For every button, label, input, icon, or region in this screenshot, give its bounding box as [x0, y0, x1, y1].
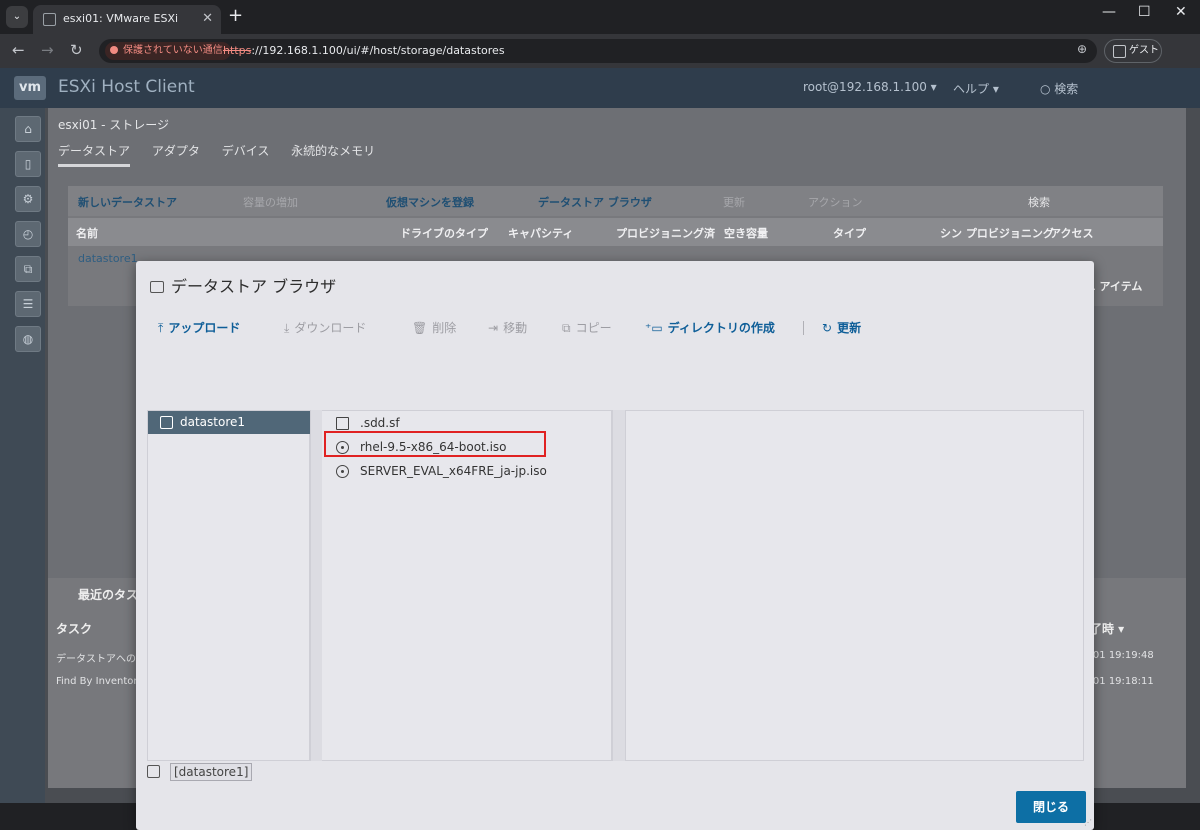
- url-omnibox[interactable]: 保護されていない通信 https://192.168.1.100/ui/#/ho…: [99, 39, 1097, 63]
- tab-persistent-memory[interactable]: 永続的なメモリ: [291, 144, 375, 164]
- file-details-pane: [625, 410, 1084, 761]
- items-count: 1 アイテム: [1088, 280, 1143, 293]
- create-directory-button[interactable]: ⁺▭ ディレクトリの作成: [645, 319, 775, 336]
- address-bar: ← → ↻ 保護されていない通信 https://192.168.1.100/u…: [0, 34, 1200, 92]
- col-capacity[interactable]: キャパシティ: [508, 225, 573, 241]
- disc-image-icon: [336, 465, 349, 478]
- datastore-icon: [147, 765, 160, 778]
- datastore-list: datastore1: [147, 410, 311, 761]
- task-row-name: データストアへの...: [56, 654, 146, 665]
- guest-profile-button[interactable]: ゲスト: [1104, 39, 1162, 63]
- host-icon[interactable]: ▯: [15, 151, 41, 177]
- zoom-icon[interactable]: ⊕: [1077, 42, 1087, 56]
- move-icon: ⇥: [488, 321, 499, 335]
- sidebar: ⌂ ▯ ⚙ ◴ ⧉ ☰ ◍: [0, 108, 45, 803]
- insecure-badge[interactable]: 保護されていない通信: [105, 42, 231, 60]
- col-drive-type[interactable]: ドライブのタイプ: [400, 225, 488, 241]
- vmware-logo: vm: [14, 76, 46, 100]
- download-button[interactable]: ⤓ ダウンロード: [284, 319, 366, 336]
- header-search[interactable]: ○ 検索: [1040, 80, 1078, 97]
- increase-capacity-button[interactable]: 容量の増加: [243, 194, 298, 210]
- copy-icon: ⧉: [562, 321, 571, 335]
- close-tab-icon[interactable]: ✕: [202, 5, 213, 33]
- col-thin[interactable]: シン プロビジョニング: [940, 225, 1054, 241]
- datastore-list-scrollbar[interactable]: [310, 410, 322, 761]
- datastore-toolbar: 新しいデータストア 容量の増加 仮想マシンを登録 データストア ブラウザ 更新 …: [68, 186, 1163, 216]
- datastore-list-item[interactable]: datastore1: [148, 411, 311, 434]
- user-menu[interactable]: root@192.168.1.100 ▾: [803, 80, 937, 94]
- url-text[interactable]: https://192.168.1.100/ui/#/host/storage/…: [223, 39, 505, 63]
- browser-tab-strip: ⌄ esxi01: VMware ESXi ✕ + — ☐ ✕: [0, 0, 1200, 34]
- download-icon: ⤓: [284, 321, 290, 335]
- toolbar-divider: [803, 321, 804, 335]
- refresh-button[interactable]: 更新: [723, 194, 745, 210]
- tab-search-button[interactable]: ⌄: [6, 6, 28, 28]
- file-list-scrollbar[interactable]: [612, 410, 625, 761]
- folder-icon: [336, 417, 349, 430]
- dialog-title: データストア ブラウザ: [150, 273, 336, 297]
- vm-icon[interactable]: ⧉: [15, 256, 41, 282]
- register-vm-button[interactable]: 仮想マシンを登録: [386, 194, 474, 210]
- file-list: .sdd.sf rhel-9.5-x86_64-boot.iso SERVER_…: [322, 410, 612, 761]
- search-icon: ○: [1040, 82, 1055, 96]
- tab-title: esxi01: VMware ESXi: [63, 12, 179, 25]
- esxi-app: vm ESXi Host Client root@192.168.1.100 ▾…: [0, 68, 1200, 830]
- highlight-box: [324, 431, 546, 457]
- upload-button[interactable]: ⤒ アップロード: [158, 319, 240, 336]
- refresh-icon: ↻: [822, 321, 833, 335]
- breadcrumb: esxi01 - ストレージ: [58, 118, 170, 132]
- close-window-button[interactable]: ✕: [1175, 4, 1187, 20]
- forward-arrow-icon[interactable]: →: [41, 41, 54, 59]
- col-access[interactable]: アクセス: [1050, 225, 1093, 241]
- tasks-col-task[interactable]: タスク: [56, 620, 92, 637]
- reload-icon[interactable]: ↻: [70, 41, 83, 59]
- new-datastore-button[interactable]: 新しいデータストア: [78, 194, 177, 210]
- network-icon[interactable]: ◍: [15, 326, 41, 352]
- back-arrow-icon[interactable]: ←: [12, 41, 25, 59]
- new-tab-button[interactable]: +: [228, 5, 243, 26]
- col-name[interactable]: 名前: [76, 225, 98, 241]
- new-folder-icon: ⁺▭: [645, 321, 663, 335]
- maximize-button[interactable]: ☐: [1138, 4, 1151, 20]
- app-title: ESXi Host Client: [58, 77, 195, 97]
- tab-adapters[interactable]: アダプタ: [152, 144, 200, 164]
- tab-devices[interactable]: デバイス: [222, 144, 270, 164]
- table-header: 名前 ドライブのタイプ キャパシティ プロビジョニング済 空き容量 タイプ シン…: [68, 218, 1163, 246]
- table-search[interactable]: 検索: [1028, 194, 1050, 210]
- resize-grip-icon[interactable]: ⋰: [1084, 818, 1092, 827]
- browser-tab[interactable]: esxi01: VMware ESXi ✕: [33, 5, 221, 34]
- app-header: vm ESXi Host Client root@192.168.1.100 ▾…: [0, 68, 1200, 108]
- datastore-browser-dialog: データストア ブラウザ ⤒ アップロード ⤓ ダウンロード 🗑 削除 ⇥ 移動 ⧉ コピー…: [136, 261, 1094, 830]
- datastore-icon: [160, 416, 173, 429]
- copy-button[interactable]: ⧉ コピー: [562, 319, 612, 336]
- col-provisioned[interactable]: プロビジョニング済: [616, 225, 715, 241]
- current-path: [datastore1]: [147, 763, 253, 783]
- monitor-icon[interactable]: ◴: [15, 221, 41, 247]
- help-menu[interactable]: ヘルプ ▾: [953, 80, 999, 97]
- col-type[interactable]: タイプ: [833, 225, 866, 241]
- actions-button[interactable]: アクション: [808, 194, 862, 210]
- storage-tabs: データストア アダプタ デバイス 永続的なメモリ: [58, 142, 393, 167]
- upload-icon: ⤒: [158, 321, 164, 335]
- file-item[interactable]: SERVER_EVAL_x64FRE_ja-jp.iso: [322, 459, 612, 483]
- datastore-row-link[interactable]: datastore1: [78, 252, 138, 265]
- manage-icon[interactable]: ⚙: [15, 186, 41, 212]
- close-button[interactable]: 閉じる: [1016, 791, 1086, 823]
- delete-button[interactable]: 🗑 削除: [412, 319, 456, 336]
- datastore-browser-icon: [150, 281, 164, 293]
- path-value: [datastore1]: [170, 763, 253, 781]
- trash-icon: 🗑: [412, 321, 428, 335]
- move-button[interactable]: ⇥ 移動: [488, 319, 527, 336]
- home-icon[interactable]: ⌂: [15, 116, 41, 142]
- col-free[interactable]: 空き容量: [724, 225, 768, 241]
- vmware-favicon-icon: [43, 13, 56, 26]
- tab-datastores[interactable]: データストア: [58, 144, 131, 167]
- refresh-button[interactable]: ↻ 更新: [822, 319, 861, 336]
- datastore-browser-button[interactable]: データストア ブラウザ: [538, 194, 652, 210]
- minimize-button[interactable]: —: [1102, 4, 1116, 20]
- storage-icon[interactable]: ☰: [15, 291, 41, 317]
